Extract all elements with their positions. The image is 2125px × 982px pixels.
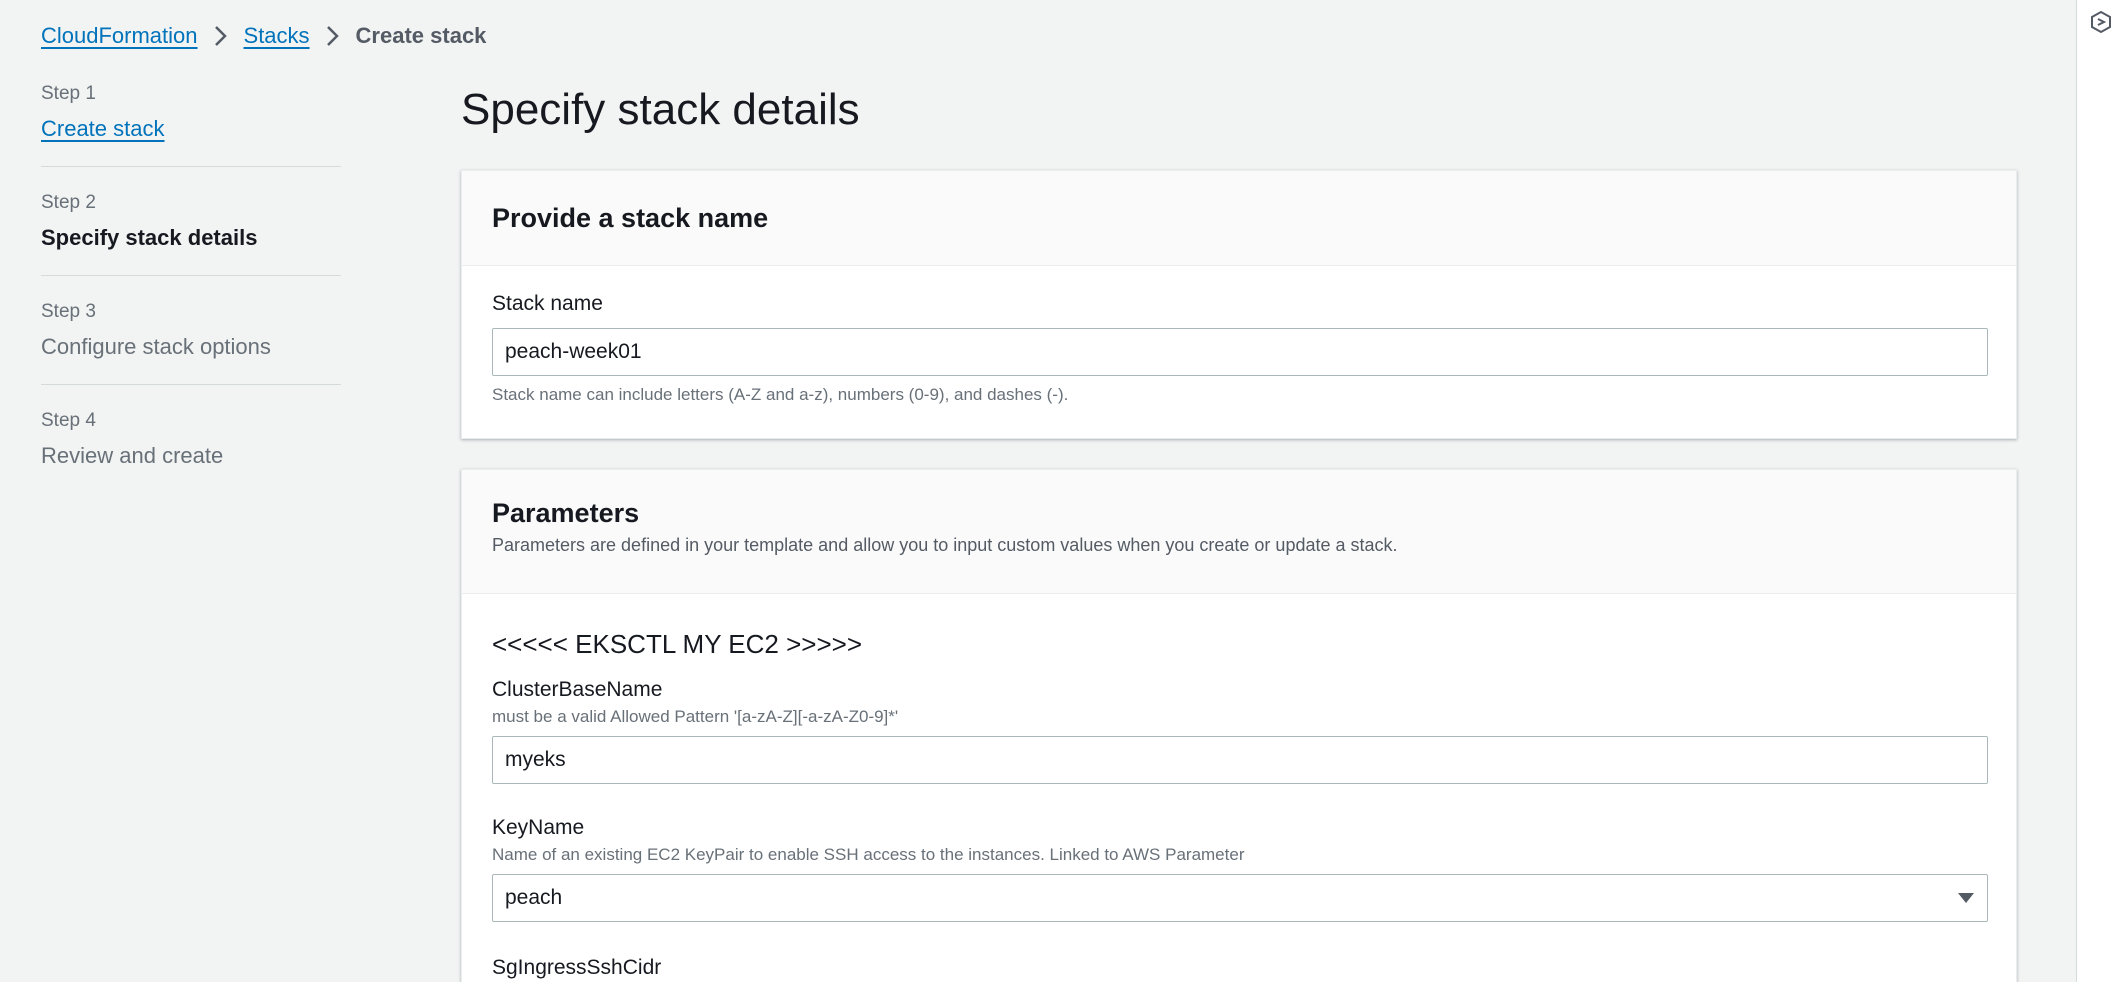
chevron-right-icon xyxy=(310,25,356,47)
breadcrumb-cloudformation[interactable]: CloudFormation xyxy=(41,23,198,49)
step-number: Step 1 xyxy=(41,83,96,104)
settings-hex-icon[interactable] xyxy=(2089,10,2113,34)
sg-ingress-label: SgIngressSshCidr xyxy=(492,956,662,979)
key-name-desc: Name of an existing EC2 KeyPair to enabl… xyxy=(492,845,1245,864)
key-name-select[interactable]: peach xyxy=(492,874,1988,922)
panel-header: Parameters Parameters are defined in you… xyxy=(462,470,2016,594)
step-number: Step 4 xyxy=(41,410,96,431)
step-number: Step 2 xyxy=(41,192,96,213)
breadcrumb-current: Create stack xyxy=(355,23,487,48)
stack-name-input[interactable] xyxy=(492,328,1988,376)
step-3: Step 3 Configure stack options xyxy=(41,300,341,385)
breadcrumb: CloudFormation Stacks Create stack xyxy=(41,22,486,50)
main-content: Specify stack details Provide a stack na… xyxy=(461,80,2017,982)
key-name-label: KeyName xyxy=(492,816,585,839)
caret-down-icon xyxy=(1957,886,1975,910)
right-utility-rail xyxy=(2076,0,2125,982)
cluster-base-name-desc: must be a valid Allowed Pattern '[a-zA-Z… xyxy=(492,707,899,726)
panel-title: Provide a stack name xyxy=(492,202,769,233)
page: CloudFormation Stacks Create stack Step … xyxy=(0,0,2125,982)
stack-name-label: Stack name xyxy=(492,292,603,315)
step-1: Step 1 Create stack xyxy=(41,82,341,167)
cluster-base-name-field: ClusterBaseName must be a valid Allowed … xyxy=(492,676,1988,784)
step-current-title: Specify stack details xyxy=(41,225,258,250)
step-title: Review and create xyxy=(41,443,224,468)
step-4: Step 4 Review and create xyxy=(41,409,341,493)
stack-name-hint: Stack name can include letters (A-Z and … xyxy=(492,385,1069,404)
chevron-right-icon xyxy=(198,25,244,47)
wizard-steps: Step 1 Create stack Step 2 Specify stack… xyxy=(41,82,341,517)
step-number: Step 3 xyxy=(41,301,96,322)
cluster-base-name-label: ClusterBaseName xyxy=(492,678,663,701)
panel-description: Parameters are defined in your template … xyxy=(492,535,1398,555)
breadcrumb-stacks[interactable]: Stacks xyxy=(244,23,310,49)
page-title: Specify stack details xyxy=(461,85,860,134)
sg-ingress-field: SgIngressSshCidr xyxy=(492,954,1986,982)
panel-body: Stack name Stack name can include letter… xyxy=(462,266,2016,438)
parameter-group-heading: <<<<< EKSCTL MY EC2 >>>>> xyxy=(492,629,863,659)
key-name-selected-value: peach xyxy=(505,886,563,909)
key-name-field: KeyName Name of an existing EC2 KeyPair … xyxy=(492,814,1988,922)
stack-name-panel: Provide a stack name Stack name Stack na… xyxy=(461,170,2017,439)
panel-body: <<<<< EKSCTL MY EC2 >>>>> ClusterBaseNam… xyxy=(462,594,2016,982)
step-2: Step 2 Specify stack details xyxy=(41,191,341,276)
panel-header: Provide a stack name xyxy=(462,171,2016,266)
cluster-base-name-input[interactable] xyxy=(492,736,1988,784)
panel-title: Parameters xyxy=(492,498,640,528)
parameters-panel: Parameters Parameters are defined in you… xyxy=(461,469,2017,982)
step-title: Configure stack options xyxy=(41,334,271,359)
step-link-create-stack[interactable]: Create stack xyxy=(41,114,341,144)
